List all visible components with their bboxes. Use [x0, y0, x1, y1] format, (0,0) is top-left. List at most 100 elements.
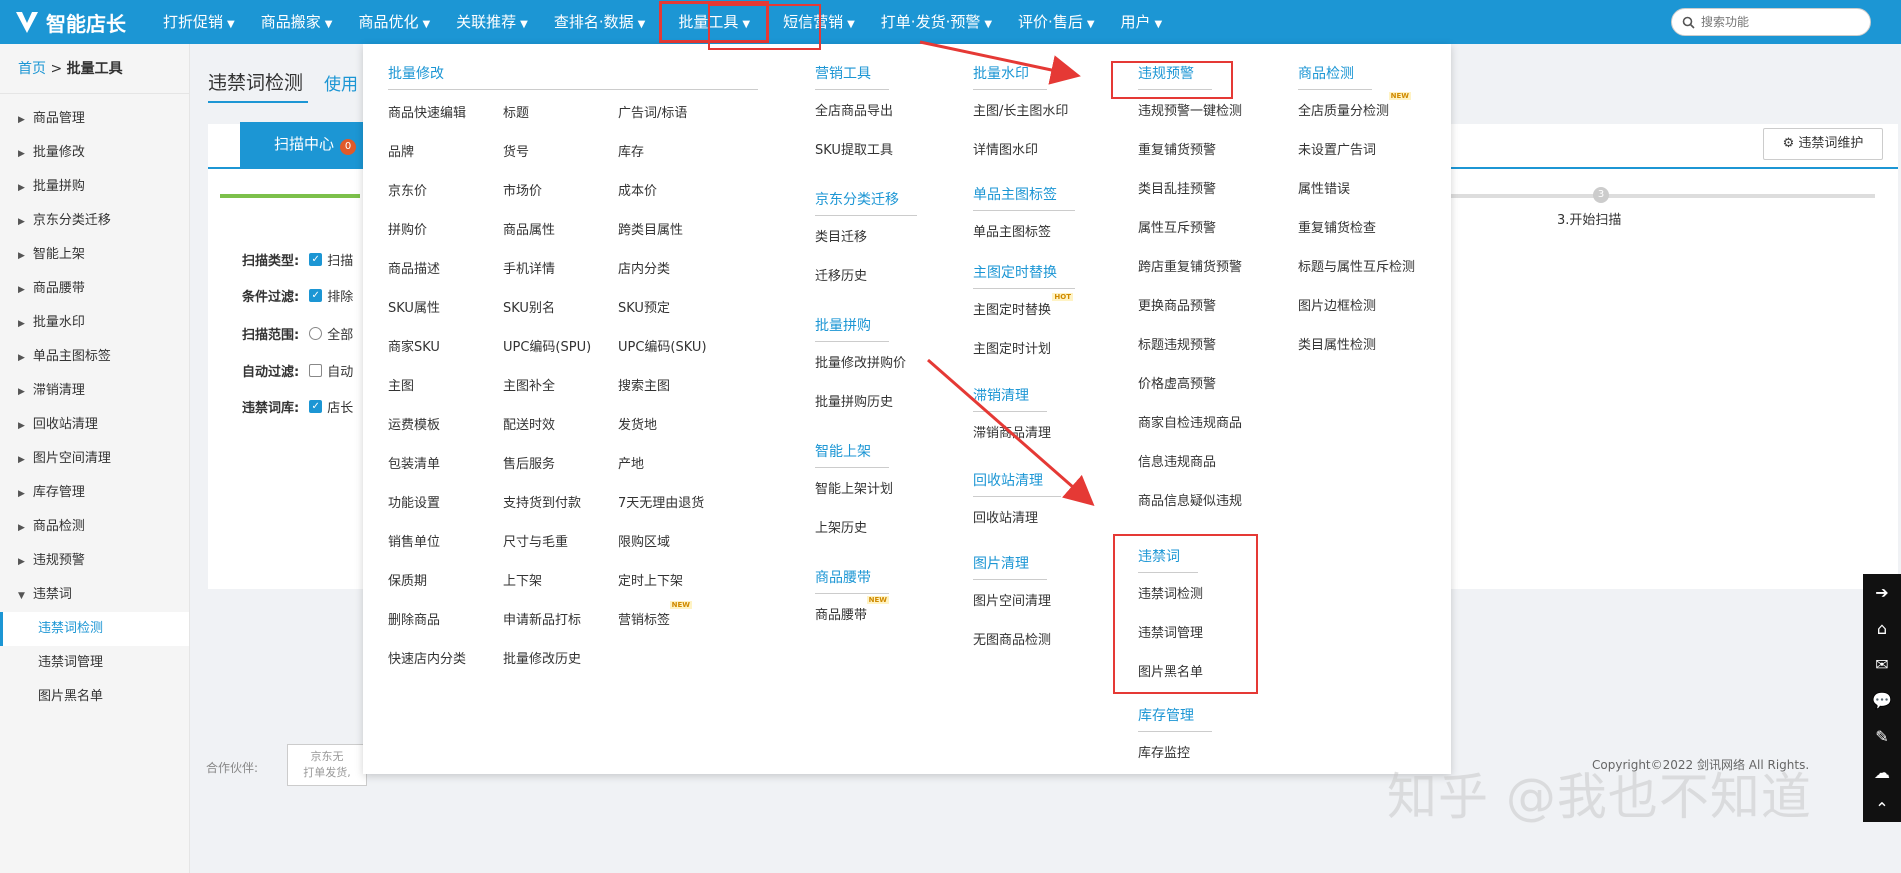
menu-item[interactable]: 定时上下架 — [618, 570, 683, 589]
menu-item[interactable]: 市场价 — [503, 180, 542, 199]
menu-item[interactable]: SKU属性 — [388, 297, 440, 316]
menu-item[interactable]: 跨类目属性 — [618, 219, 683, 238]
sidebar-item-tag[interactable]: ▶ 单品主图标签 — [0, 340, 189, 374]
menu-item[interactable]: 违规预警一键检测 — [1138, 100, 1242, 119]
menu-item[interactable]: 详情图水印 — [973, 139, 1038, 158]
menu-item[interactable]: 商品描述 — [388, 258, 440, 277]
menu-item[interactable]: 商品属性 — [503, 219, 555, 238]
sidebar-item-img-clean[interactable]: ▶ 图片空间清理 — [0, 442, 189, 476]
menu-item[interactable]: 重复铺货检查 — [1298, 217, 1376, 236]
menu-item[interactable]: 商品信息疑似违规 — [1138, 490, 1242, 509]
brand-logo[interactable]: 智能店长 — [0, 8, 150, 37]
nav-review[interactable]: 评价·售后 ▼ — [1005, 0, 1107, 44]
banned-word-maintain-button[interactable]: ⚙ 违禁词维护 — [1763, 128, 1883, 160]
nav-move[interactable]: 商品搬家 ▼ — [248, 0, 346, 44]
menu-item[interactable]: 包装清单 — [388, 453, 440, 472]
menu-item[interactable]: 商家自检违规商品 — [1138, 412, 1242, 431]
menu-item[interactable]: 主图补全 — [503, 375, 555, 394]
menu-item[interactable]: 上下架 — [503, 570, 542, 589]
menu-item[interactable]: 无图商品检测 — [973, 629, 1051, 648]
menu-item[interactable]: 品牌 — [388, 141, 414, 160]
menu-item[interactable]: 全店商品导出 — [815, 100, 893, 119]
menu-item[interactable]: 迁移历史 — [815, 265, 867, 284]
menu-item[interactable]: 发货地 — [618, 414, 657, 433]
checkbox-unchecked[interactable] — [309, 364, 323, 377]
sidebar-item-smart-shelf[interactable]: ▶ 智能上架 — [0, 238, 189, 272]
menu-item[interactable]: 搜索主图 — [618, 375, 670, 394]
checkbox-checked[interactable]: ✓ — [309, 253, 323, 266]
menu-item[interactable]: 售后服务 — [503, 453, 555, 472]
menu-item[interactable]: 类目乱挂预警 — [1138, 178, 1216, 197]
search-box[interactable] — [1671, 8, 1871, 36]
sidebar-item-banned[interactable]: ▼ 违禁词 — [0, 578, 189, 612]
chat-icon[interactable]: 💬 — [1863, 682, 1901, 718]
sidebar-item-slow[interactable]: ▶ 滞销清理 — [0, 374, 189, 408]
menu-item[interactable]: 保质期 — [388, 570, 427, 589]
sidebar-item-goods[interactable]: ▶ 商品管理 — [0, 102, 189, 136]
menu-item[interactable]: 营销标签 NEW — [618, 601, 693, 628]
menu-item[interactable]: 图片边框检测 — [1298, 295, 1376, 314]
sidebar-sub-banned-manage[interactable]: 违禁词管理 — [0, 646, 189, 680]
menu-item[interactable]: 广告词/标语 — [618, 102, 687, 121]
menu-item[interactable]: 成本价 — [618, 180, 657, 199]
menu-item[interactable]: 标题 — [503, 102, 529, 121]
menu-item[interactable]: 信息违规商品 — [1138, 451, 1216, 470]
menu-item[interactable]: 货号 — [503, 141, 529, 160]
nav-user[interactable]: 用户 ▼ — [1108, 0, 1176, 44]
back-to-top-icon[interactable]: ⌃ — [1863, 790, 1901, 826]
menu-item[interactable]: 滞销商品清理 — [973, 422, 1051, 441]
sidebar-item-stock[interactable]: ▶ 库存管理 — [0, 476, 189, 510]
menu-item[interactable]: 主图定时替换 HOT — [973, 293, 1074, 318]
edit-icon[interactable]: ✎ — [1863, 718, 1901, 754]
sidebar-item-recycle[interactable]: ▶ 回收站清理 — [0, 408, 189, 442]
menu-item[interactable]: SKU预定 — [618, 297, 670, 316]
menu-item[interactable]: 回收站清理 — [973, 507, 1038, 526]
menu-item[interactable]: SKU提取工具 — [815, 139, 893, 158]
menu-item[interactable]: 商家SKU — [388, 336, 440, 355]
menu-item[interactable]: 批量修改历史 — [503, 648, 581, 667]
menu-item[interactable]: 销售单位 — [388, 531, 440, 550]
menu-item[interactable]: 全店质量分检测 NEW — [1298, 92, 1412, 119]
menu-item[interactable]: 京东价 — [388, 180, 427, 199]
menu-item[interactable]: 库存 — [618, 141, 644, 160]
menu-item[interactable]: 批量拼购历史 — [815, 391, 893, 410]
menu-item[interactable]: 拼购价 — [388, 219, 427, 238]
menu-item[interactable]: 智能上架计划 — [815, 478, 893, 497]
menu-item[interactable]: 配送时效 — [503, 414, 555, 433]
nav-ship[interactable]: 打单·发货·预警 ▼ — [868, 0, 1005, 44]
menu-item[interactable]: 主图 — [388, 375, 414, 394]
menu-item[interactable]: 未设置广告词 — [1298, 139, 1376, 158]
menu-item[interactable]: 7天无理由退货 — [618, 492, 704, 511]
sidebar-item-jd-migrate[interactable]: ▶ 京东分类迁移 — [0, 204, 189, 238]
sidebar-item-violation[interactable]: ▶ 违规预警 — [0, 544, 189, 578]
radio-button[interactable] — [309, 327, 323, 340]
menu-item[interactable]: 重复铺货预警 — [1138, 139, 1216, 158]
nav-recommend[interactable]: 关联推荐 ▼ — [443, 0, 541, 44]
sidebar-sub-img-blacklist[interactable]: 图片黑名单 — [0, 680, 189, 714]
menu-item[interactable]: 属性互斥预警 — [1138, 217, 1216, 236]
menu-item[interactable]: 手机详情 — [503, 258, 555, 277]
menu-item[interactable]: 店内分类 — [618, 258, 670, 277]
breadcrumb-home[interactable]: 首页 — [18, 61, 46, 77]
menu-item[interactable]: 库存监控 — [1138, 742, 1190, 761]
menu-item[interactable]: 更换商品预警 — [1138, 295, 1216, 314]
wechat-icon[interactable]: ☁ — [1863, 754, 1901, 790]
menu-item[interactable]: 主图定时计划 — [973, 338, 1051, 357]
sidebar-item-batch-edit[interactable]: ▶ 批量修改 — [0, 136, 189, 170]
menu-item[interactable]: 限购区域 — [618, 531, 670, 550]
sidebar-item-belt[interactable]: ▶ 商品腰带 — [0, 272, 189, 306]
sidebar-item-detect[interactable]: ▶ 商品检测 — [0, 510, 189, 544]
home-icon[interactable]: ⌂ — [1863, 610, 1901, 646]
page-title-secondary[interactable]: 使用 — [324, 70, 358, 95]
menu-item[interactable]: 批量修改拼购价 — [815, 352, 906, 371]
search-input[interactable] — [1701, 15, 1861, 29]
menu-item[interactable]: 支持货到付款 — [503, 492, 581, 511]
menu-item[interactable]: 属性错误 — [1298, 178, 1350, 197]
menu-item[interactable]: UPC编码(SKU) — [618, 336, 707, 355]
checkbox-checked[interactable]: ✓ — [309, 289, 323, 302]
menu-item[interactable]: 上架历史 — [815, 517, 867, 536]
arrow-right-icon[interactable]: ➔ — [1863, 574, 1901, 610]
menu-item[interactable]: 功能设置 — [388, 492, 440, 511]
menu-item[interactable]: 类目属性检测 — [1298, 334, 1376, 353]
menu-item[interactable]: 运费模板 — [388, 414, 440, 433]
